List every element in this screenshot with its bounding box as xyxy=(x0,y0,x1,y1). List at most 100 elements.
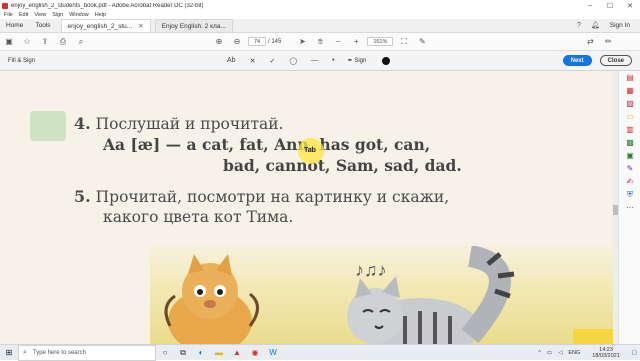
clock-date: 18/03/2021 xyxy=(592,352,620,359)
send-sign-icon[interactable]: ✍︎ xyxy=(619,175,640,188)
acrobat-icon xyxy=(2,2,8,9)
menu-help[interactable]: Help xyxy=(95,12,106,18)
windows-taskbar: ⊞ ⌕ Type here to search ○ ⧉ ◐ ▬ ▲ ◉ W ^ … xyxy=(0,344,640,361)
fill-sign-title: Fill & Sign xyxy=(8,57,36,64)
main-toolbar: ▣ ☆ ⇪ ⎙ ⌕ ⊕ ⊖ 74 / 145 ➤ ✋︎ − + 161% ⛶ ✎… xyxy=(0,33,640,51)
recorder-icon[interactable]: ◉ xyxy=(246,345,264,361)
select-cursor-icon[interactable]: ➤ xyxy=(293,33,311,51)
acrobat-taskbar-icon[interactable]: ▲ xyxy=(228,345,246,361)
page-corner-tab xyxy=(573,329,613,344)
tab-document-1-label: enjoy_english_2_stu... xyxy=(67,22,133,30)
input-language[interactable]: ENG xyxy=(568,350,580,356)
organize-pages-icon[interactable]: ▩ xyxy=(619,136,640,149)
more-tools-icon[interactable]: ⋯ xyxy=(619,201,640,214)
print-icon[interactable]: ⎙ xyxy=(54,33,72,51)
hand-tool-icon[interactable]: ✋︎ xyxy=(311,33,329,51)
tray-up-icon[interactable]: ^ xyxy=(538,350,541,356)
line-tool-icon[interactable]: — xyxy=(311,57,318,64)
search-icon[interactable]: ⌕ xyxy=(72,33,90,51)
search-icon: ⌕ xyxy=(23,348,27,356)
word-icon[interactable]: W xyxy=(264,345,282,361)
task-view-icon[interactable]: ⧉ xyxy=(174,345,192,361)
exercise-5-number: 5. xyxy=(74,187,91,206)
export-pdf-icon[interactable]: ▤ xyxy=(619,71,640,84)
dot-tool-icon[interactable]: • xyxy=(332,57,334,64)
network-icon[interactable]: ▭ xyxy=(547,350,552,356)
edit-pdf-icon[interactable]: ▧ xyxy=(619,97,640,110)
document-viewport[interactable]: 4. Послушай и прочитай. Aa [æ] — a cat, … xyxy=(0,71,618,344)
fit-page-icon[interactable]: ⛶ xyxy=(395,33,413,51)
close-button[interactable]: Close xyxy=(599,55,632,66)
exercise-4-line-2: Aa [æ] — a cat, fat, Ann, has got, can, xyxy=(103,135,431,154)
zoom-in-icon[interactable]: + xyxy=(347,33,365,51)
edit-icon[interactable]: ✏︎ xyxy=(599,33,617,51)
close-window-button[interactable]: ✕ xyxy=(620,0,640,11)
file-explorer-icon[interactable]: ▬ xyxy=(210,345,228,361)
create-pdf-icon[interactable]: ▦ xyxy=(619,84,640,97)
sign-in-link[interactable]: Sign In xyxy=(610,22,630,29)
bell-icon[interactable]: 🔔︎ xyxy=(591,21,600,29)
tab-home[interactable]: Home xyxy=(0,18,29,32)
right-tools-panel: ▤ ▦ ▧ ▭ ▥ ▩ ▣ ✎ ✍︎ ⛨ ⋯ xyxy=(618,71,640,344)
tab-document-2[interactable]: Enjoy English. 2 кла... xyxy=(154,19,233,32)
next-button[interactable]: Next xyxy=(562,55,592,66)
exercise-4-instruction: Послушай и прочитай. xyxy=(95,115,284,133)
check-mark-icon[interactable]: ✓ xyxy=(269,57,275,65)
pen-icon: ✒︎ xyxy=(347,58,353,64)
bookmark-star-icon[interactable]: ☆ xyxy=(18,33,36,51)
taskbar-search-box[interactable]: ⌕ Type here to search xyxy=(18,344,156,361)
clock[interactable]: 14:23 18/03/2021 xyxy=(589,347,623,359)
ellipse-tool-icon[interactable]: ◯ xyxy=(289,57,297,65)
tab-bar: Home Tools enjoy_english_2_stu... ✕ Enjo… xyxy=(0,19,640,33)
volume-icon[interactable]: ◁ xyxy=(558,350,562,356)
edge-icon[interactable]: ◐ xyxy=(192,345,210,361)
title-bar: enjoy_english_2_students_book.pdf - Adob… xyxy=(0,0,640,11)
cats-illustration-icon: ♪♫♪ xyxy=(164,245,515,344)
sign-button[interactable]: ✒︎ Sign xyxy=(347,57,367,65)
add-text-tool-icon[interactable]: Ab xyxy=(227,57,236,64)
svg-text:♪♫♪: ♪♫♪ xyxy=(355,260,387,280)
fill-sign-bar: Fill & Sign Ab ✕ ✓ ◯ — • ✒︎ Sign Next Cl… xyxy=(0,51,640,71)
tab-close-icon[interactable]: ✕ xyxy=(138,22,143,30)
exercise-5-line-2: какого цвета кот Тима. xyxy=(103,208,294,226)
exercise-4-line-3: bad, cannot, Sam, sad, dad. xyxy=(223,156,462,175)
page-up-icon[interactable]: ⊕ xyxy=(210,33,228,51)
windows-start-icon[interactable]: ⊞ xyxy=(0,345,18,361)
tab-document-2-label: Enjoy English. 2 кла... xyxy=(161,22,226,30)
zoom-level-select[interactable]: 161% xyxy=(367,37,394,46)
zoom-out-icon[interactable]: − xyxy=(329,33,347,51)
combine-files-icon[interactable]: ▥ xyxy=(619,123,640,136)
share-icon[interactable]: ⇄ xyxy=(581,33,599,51)
minimize-button[interactable]: – xyxy=(580,0,600,11)
cross-mark-icon[interactable]: ✕ xyxy=(250,57,256,65)
cortana-icon[interactable]: ○ xyxy=(156,345,174,361)
upload-icon[interactable]: ⇪ xyxy=(36,33,54,51)
compress-pdf-icon[interactable]: ▣ xyxy=(619,149,640,162)
comment-icon[interactable]: ✎ xyxy=(413,33,431,51)
fill-sign-tool-icon[interactable]: ✎ xyxy=(619,162,640,175)
illustration-cats: ♪♫♪ xyxy=(150,245,615,344)
notifications-icon[interactable]: ▢ xyxy=(632,350,637,356)
tab-bar-right: ? 🔔︎ Sign In xyxy=(577,18,640,32)
help-icon[interactable]: ? xyxy=(577,22,581,29)
color-picker[interactable] xyxy=(382,56,391,65)
listen-icon xyxy=(30,111,66,141)
window-title: enjoy_english_2_students_book.pdf - Adob… xyxy=(11,2,204,9)
system-tray: ^ ▭ ◁ ENG 14:23 18/03/2021 ▢ xyxy=(535,345,640,361)
tab-tools[interactable]: Tools xyxy=(29,18,56,32)
sign-label: Sign xyxy=(354,57,367,64)
exercise-5-instruction: Прочитай, посмотри на картинку и скажи, xyxy=(95,188,450,206)
taskbar-search-placeholder: Type here to search xyxy=(32,349,86,356)
cursor-label: Tab xyxy=(304,147,316,154)
menu-bar: File Edit View Sign Window Help xyxy=(0,11,640,19)
page-down-icon[interactable]: ⊖ xyxy=(228,33,246,51)
menu-window[interactable]: Window xyxy=(69,12,89,18)
page-number-input[interactable]: 74 xyxy=(248,37,266,46)
save-icon[interactable]: ▣ xyxy=(0,33,18,51)
protect-icon[interactable]: ⛨ xyxy=(619,188,640,201)
tab-document-1[interactable]: enjoy_english_2_stu... ✕ xyxy=(60,19,151,32)
exercise-4-number: 4. xyxy=(74,114,91,133)
comment-tool-icon[interactable]: ▭ xyxy=(619,110,640,123)
maximize-button[interactable]: ☐ xyxy=(600,0,620,11)
page-total: / 145 xyxy=(268,38,282,45)
